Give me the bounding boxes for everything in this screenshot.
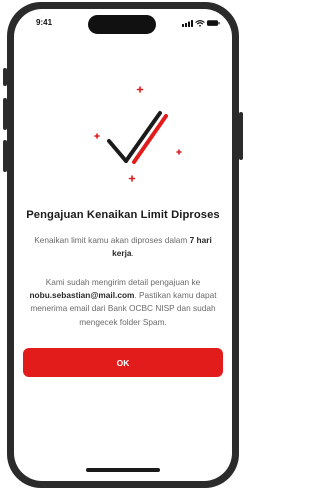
sparkle-icon [128,175,136,182]
home-indicator[interactable] [86,468,160,472]
page-title: Pengajuan Kenaikan Limit Diproses [26,209,220,221]
dynamic-island [88,15,156,34]
battery-icon [207,20,220,26]
email-notice-text: Kami sudah mengirim detail pengajuan ke … [24,276,222,329]
checkmark-success-icon [94,86,182,182]
phone-power-button [239,112,243,160]
processing-time-prefix: Kenaikan limit kamu akan diproses dalam [34,235,190,245]
wifi-icon [195,20,205,27]
status-icons [182,19,220,27]
screen: 9:41 Pengajuan Kenaikan Limit Diproses K… [14,9,232,481]
processing-time-suffix: . [131,248,134,259]
phone-volume-up-button [3,98,7,130]
processing-time-text: Kenaikan limit kamu akan diproses dalam … [28,234,218,260]
phone-volume-down-button [3,140,7,172]
sparkle-icon [136,86,144,93]
sparkle-icon [94,133,100,139]
signal-icon [182,20,193,27]
email-address: nobu.sebastian@mail.com [29,290,135,301]
status-bar: 9:41 [14,9,232,39]
status-time: 9:41 [36,18,53,27]
sparkle-icon [176,149,182,155]
email-notice-prefix: Kami sudah mengirim detail pengajuan ke [45,277,201,287]
phone-action-button [3,68,7,86]
ok-button[interactable]: OK [23,348,223,377]
